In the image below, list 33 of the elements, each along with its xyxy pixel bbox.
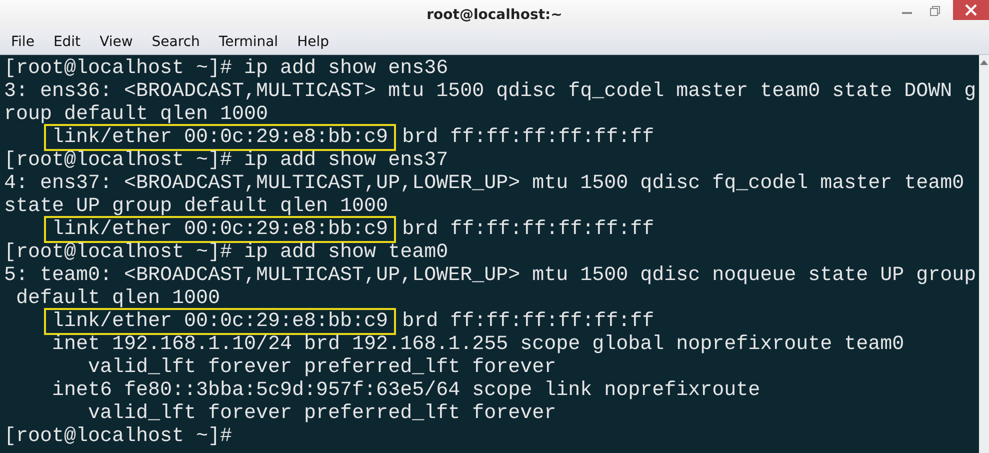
terminal-text: valid_lft forever preferred_lft forever <box>87 356 556 379</box>
terminal-text: roup default qlen 1000 <box>4 103 268 126</box>
menu-item[interactable]: Search <box>144 34 208 50</box>
terminal-text: valid_lft forever preferred_lft forever <box>87 402 556 425</box>
terminal-text: inet6 fe80::3bba:5c9d:957f:63e5/64 scope link noprefixroute <box>51 379 760 402</box>
menu-item[interactable]: Help <box>290 34 337 50</box>
terminal-text: brd ff:ff:ff:ff:ff:ff <box>402 310 654 333</box>
terminal-text: state UP group default qlen 1000 <box>4 195 388 218</box>
highlighted-text: link/ether 00:0c:29:e8:bb:c9 <box>44 216 396 243</box>
menu-item[interactable]: File <box>4 34 42 50</box>
terminal-text: inet 192.168.1.10/24 brd 192.168.1.255 scope global noprefixroute team0 <box>51 333 904 356</box>
terminal-text: brd ff:ff:ff:ff:ff:ff <box>402 126 654 149</box>
terminal-text: brd ff:ff:ff:ff:ff:ff <box>402 218 654 241</box>
minimize-icon <box>902 12 912 14</box>
terminal-text: [root@localhost ~]# <box>4 425 232 448</box>
highlighted-text: link/ether 00:0c:29:e8:bb:c9 <box>44 124 396 151</box>
menu-item[interactable]: View <box>92 34 141 50</box>
close-icon <box>964 3 978 17</box>
close-button[interactable] <box>953 0 989 20</box>
menu-item[interactable]: Terminal <box>212 34 286 50</box>
window-title: root@localhost:~ <box>426 7 564 23</box>
terminal-text: default qlen 1000 <box>15 287 220 310</box>
terminal-text: [root@localhost ~]# ip add show ens37 <box>4 149 448 172</box>
terminal-text: 5: team0: <BROADCAST,MULTICAST,UP,LOWER_UP> mtu 1500 qdisc noqueue state UP group <box>4 264 976 287</box>
terminal-text: 4: ens37: <BROADCAST,MULTICAST,UP,LOWER_UP> mtu 1500 qdisc fq_codel master team0 <box>4 172 964 195</box>
terminal-text: [root@localhost ~]# ip add show team0 <box>4 241 448 264</box>
restore-icon <box>929 5 941 17</box>
menu-item[interactable]: Edit <box>46 34 89 50</box>
scroll-bar[interactable] <box>979 55 989 453</box>
highlighted-text: link/ether 00:0c:29:e8:bb:c9 <box>44 308 396 335</box>
terminal-text: [root@localhost ~]# ip add show ens36 <box>4 57 448 80</box>
scroll-up-icon <box>980 59 988 65</box>
terminal-text: 3: ens36: <BROADCAST,MULTICAST> mtu 1500 qdisc fq_codel master team0 state DOWN g <box>4 80 976 103</box>
